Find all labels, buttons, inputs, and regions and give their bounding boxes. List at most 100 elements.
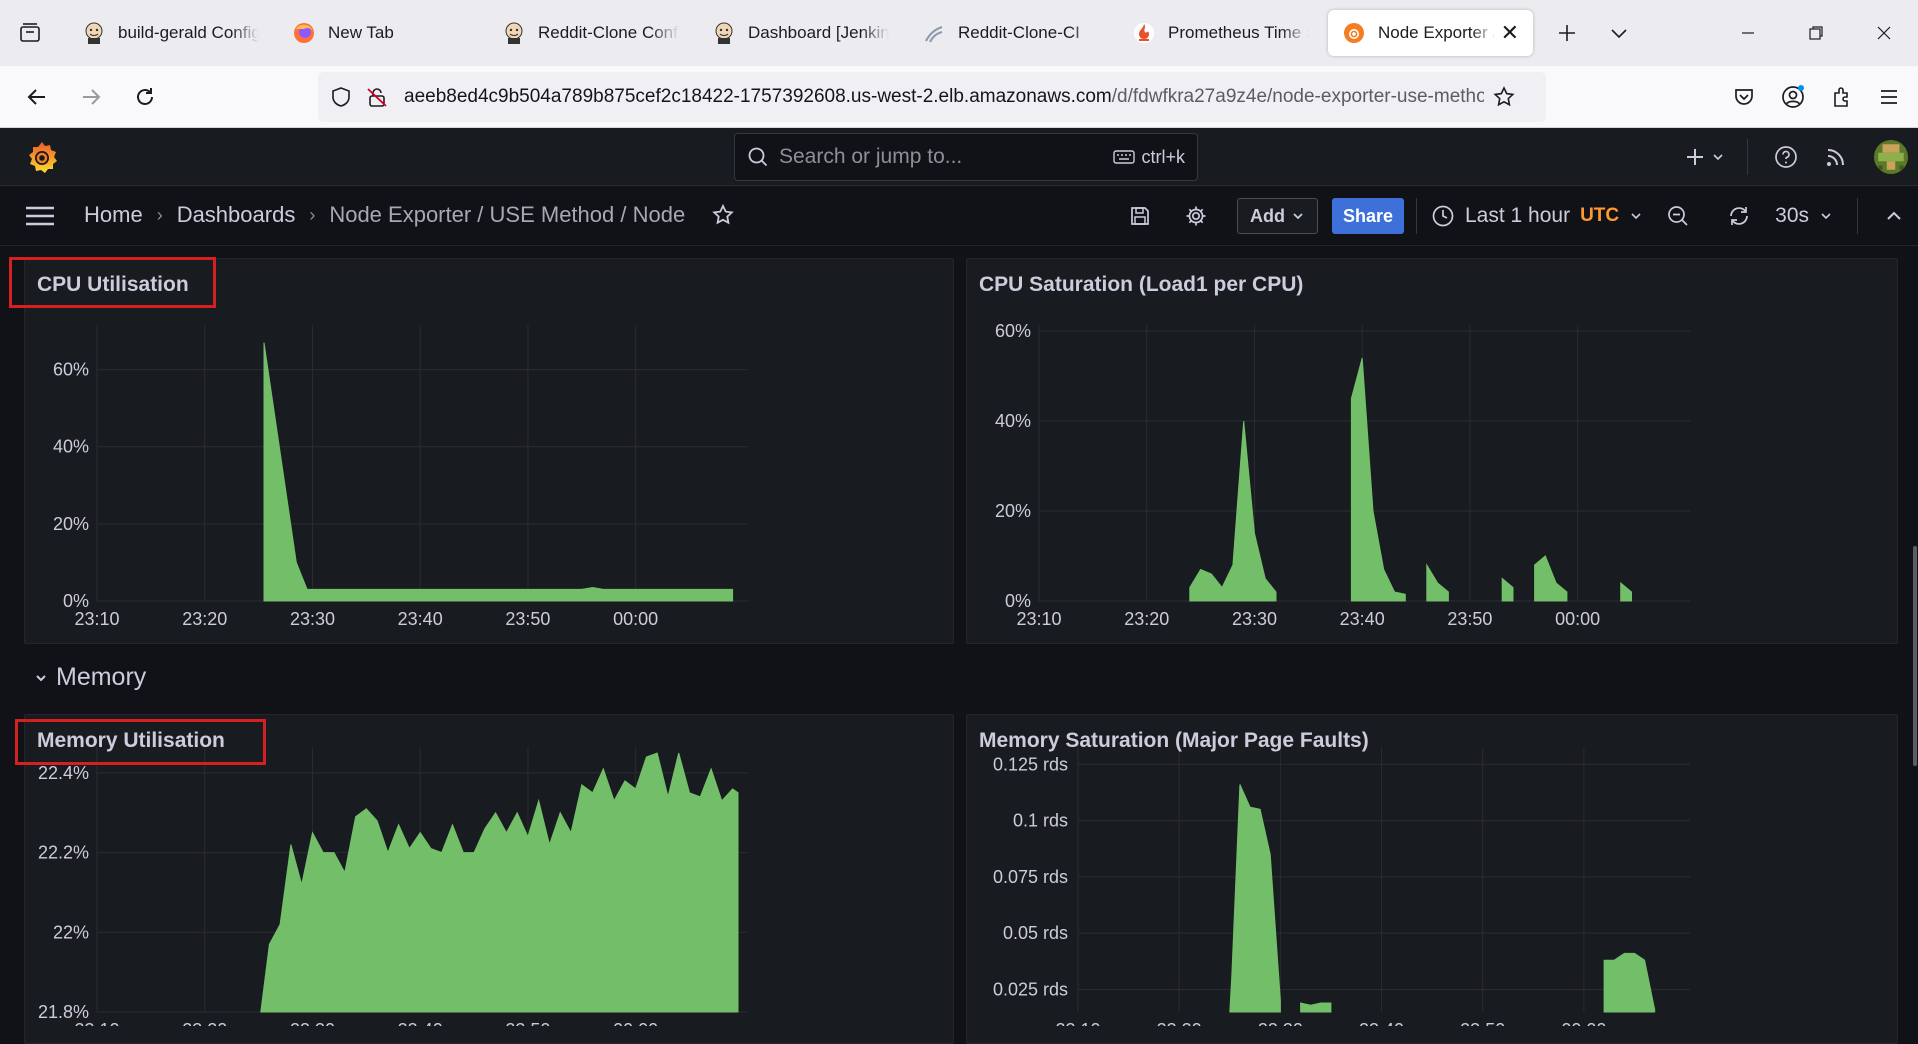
panel-title[interactable]: CPU Saturation (Load1 per CPU) xyxy=(979,273,1303,297)
x-tick-label: 23:40 xyxy=(1359,1020,1404,1026)
share-button[interactable]: Share xyxy=(1331,198,1404,234)
menu-icon[interactable] xyxy=(1878,86,1900,108)
x-tick-label: 00:00 xyxy=(613,1020,658,1026)
save-dashboard-button[interactable] xyxy=(1117,205,1163,227)
breadcrumb-home[interactable]: Home xyxy=(84,202,143,228)
panel-cpu-saturation[interactable]: 23:10 23:20 23:30 23:40 23:50 00:00 0% 20% 40% 60… xyxy=(966,258,1898,644)
account-icon[interactable] xyxy=(1780,84,1806,110)
news-button[interactable] xyxy=(1812,146,1860,168)
tab-list-icon xyxy=(20,23,40,42)
grafana-logo-icon xyxy=(29,142,57,173)
avatar[interactable] xyxy=(1874,140,1908,174)
grafana-icon xyxy=(1342,21,1366,45)
jenkins-icon xyxy=(502,21,526,45)
tab-title: Reddit-Clone Config xyxy=(538,23,679,42)
refresh-button[interactable] xyxy=(1713,204,1765,228)
menu-toggle-button[interactable] xyxy=(24,204,56,233)
dashboard-toolbar: Home › Dashboards › Node Exporter / USE … xyxy=(0,186,1918,246)
star-icon[interactable] xyxy=(711,203,735,227)
url-bar[interactable]: aeeb8ed4c9b504a789b875cef2c18422-1757392… xyxy=(318,72,1546,122)
panel-memory-saturation[interactable]: 23:10 23:20 23:30 23:40 23:50 00:00 0.025 rds 0… xyxy=(966,714,1898,1044)
y-tick-label: 40% xyxy=(995,411,1031,431)
chevron-down-icon xyxy=(36,674,46,681)
forward-button[interactable] xyxy=(64,70,118,124)
dashboard-settings-button[interactable] xyxy=(1163,204,1229,228)
y-tick-label: 22.2% xyxy=(38,843,89,863)
insecure-lock-icon[interactable] xyxy=(366,86,388,108)
browser-tab[interactable]: Reddit-Clone-CI xyxy=(908,10,1113,56)
breadcrumb-separator: › xyxy=(156,204,163,225)
x-tick-label: 23:30 xyxy=(290,1020,335,1026)
panel-cpu-utilisation[interactable]: 23:10 23:20 23:30 23:40 23:50 00:00 0% 20% 40% 60… xyxy=(24,258,954,644)
chart-cpu-saturation: 23:10 23:20 23:30 23:40 23:50 00:00 0% 20% 40% 60… xyxy=(995,321,1690,629)
chart-cpu-utilisation: 23:10 23:20 23:30 23:40 23:50 00:00 0% 20% 40% 60… xyxy=(53,325,748,629)
time-range-picker[interactable]: Last 1 hour UTC xyxy=(1431,204,1643,228)
close-window-button[interactable] xyxy=(1850,0,1918,66)
x-tick-label: 23:50 xyxy=(1447,609,1492,629)
zoom-out-button[interactable] xyxy=(1643,204,1713,228)
search-shortcut: ctrl+k xyxy=(1113,147,1185,168)
breadcrumb-current: Node Exporter / USE Method / Node xyxy=(329,202,686,227)
refresh-interval-picker[interactable]: 30s xyxy=(1775,204,1833,228)
row-memory[interactable]: Memory xyxy=(34,663,146,692)
pocket-icon[interactable] xyxy=(1732,85,1756,109)
y-tick-label: 20% xyxy=(995,501,1031,521)
reload-icon xyxy=(137,87,153,105)
url-text[interactable]: aeeb8ed4c9b504a789b875cef2c18422-1757392… xyxy=(404,86,1484,108)
restore-button[interactable] xyxy=(1782,0,1850,66)
tab-title: New Tab xyxy=(328,23,394,42)
add-button[interactable]: Add xyxy=(1236,198,1318,234)
browser-tab[interactable]: Reddit-Clone Config xyxy=(488,10,693,56)
search-placeholder: Search or jump to... xyxy=(779,145,963,168)
y-tick-label: 20% xyxy=(53,514,89,534)
save-icon xyxy=(1131,207,1149,225)
y-tick-label: 0% xyxy=(1005,591,1031,611)
browser-tab[interactable]: build-gerald Config xyxy=(68,10,273,56)
browser-tab[interactable]: Node Exporter / U ✕ xyxy=(1328,10,1533,56)
scrollbar-thumb[interactable] xyxy=(1913,546,1917,766)
extensions-icon[interactable] xyxy=(1830,85,1854,109)
close-icon xyxy=(1877,26,1891,40)
series-area xyxy=(1350,357,1406,602)
scrollbar[interactable] xyxy=(1912,246,1918,1025)
breadcrumb-dashboards[interactable]: Dashboards xyxy=(177,202,296,228)
tab-list-button[interactable] xyxy=(0,0,60,66)
bookmark-star-icon[interactable] xyxy=(1492,85,1516,109)
help-button[interactable] xyxy=(1760,145,1812,169)
reload-button[interactable] xyxy=(118,70,172,124)
rss-icon xyxy=(1827,149,1844,166)
clock-icon xyxy=(1432,205,1454,227)
x-tick-label: 23:50 xyxy=(505,1020,550,1026)
chevron-down-icon xyxy=(1821,213,1831,220)
hamburger-icon xyxy=(26,206,54,226)
search-icon xyxy=(748,147,768,167)
series-area xyxy=(1501,577,1514,602)
browser-tab[interactable]: Prometheus Time S xyxy=(1118,10,1323,56)
browser-tab[interactable]: New Tab xyxy=(278,10,483,56)
collapse-toolbar-button[interactable] xyxy=(1870,207,1918,225)
grafana-logo[interactable] xyxy=(24,139,60,180)
minimize-icon xyxy=(1742,32,1754,34)
search-box[interactable]: Search or jump to... ctrl+k xyxy=(734,133,1198,181)
chart-memory-saturation: 23:10 23:20 23:30 23:40 23:50 00:00 0.025 rds 0… xyxy=(993,747,1690,1026)
minimize-button[interactable] xyxy=(1714,0,1782,66)
chevron-down-icon[interactable] xyxy=(1608,22,1630,44)
breadcrumb-separator: › xyxy=(309,204,316,225)
new-button[interactable] xyxy=(1675,147,1735,167)
restore-icon xyxy=(1809,26,1823,40)
browser-nav-bar: aeeb8ed4c9b504a789b875cef2c18422-1757392… xyxy=(0,66,1918,128)
series-area xyxy=(1426,563,1449,602)
y-tick-label: 0.125 rds xyxy=(993,754,1068,774)
shield-icon[interactable] xyxy=(330,86,352,108)
panel-title[interactable]: Memory Saturation (Major Page Faults) xyxy=(979,729,1369,753)
close-tab-icon[interactable]: ✕ xyxy=(1501,20,1519,46)
series-area xyxy=(263,342,734,602)
back-button[interactable] xyxy=(10,70,64,124)
x-tick-label: 23:50 xyxy=(1460,1020,1505,1026)
new-tab-icon[interactable] xyxy=(1556,22,1578,44)
y-tick-label: 22% xyxy=(53,922,89,942)
x-tick-label: 23:30 xyxy=(1232,609,1277,629)
x-tick-label: 23:40 xyxy=(398,1020,443,1026)
browser-tab[interactable]: Dashboard [Jenkins] xyxy=(698,10,903,56)
refresh-interval-label: 30s xyxy=(1775,204,1809,227)
